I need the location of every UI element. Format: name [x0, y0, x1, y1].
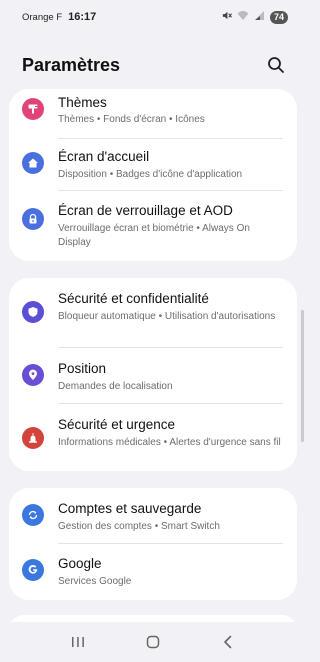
- signal-icon: [254, 10, 265, 24]
- page-title: Paramètres: [22, 54, 121, 75]
- status-icons: 74: [221, 10, 288, 24]
- lock-icon: [22, 208, 44, 230]
- header: Paramètres: [0, 50, 306, 80]
- item-title: Position: [58, 361, 107, 376]
- settings-item-accounts-backup[interactable]: Comptes et sauvegarde Gestion des compte…: [9, 488, 297, 544]
- search-button[interactable]: [264, 53, 288, 77]
- item-title: Comptes et sauvegarde: [58, 501, 202, 516]
- mute-icon: [221, 10, 232, 24]
- item-subtitle: Disposition • Badges d'icône d'applicati…: [58, 169, 243, 180]
- settings-item-safety-emergency[interactable]: Sécurité et urgence Informations médical…: [9, 404, 297, 471]
- item-subtitle: Verrouillage écran et biométrie • Always…: [58, 223, 250, 248]
- settings-item-home-screen[interactable]: Écran d'accueil Disposition • Badges d'i…: [9, 139, 297, 191]
- navigation-bar: [0, 622, 306, 662]
- item-title: Thèmes: [58, 95, 107, 110]
- item-subtitle: Demandes de localisation: [58, 381, 173, 392]
- location-pin-icon: [22, 364, 44, 386]
- scrollbar[interactable]: [301, 310, 304, 442]
- settings-item-google[interactable]: Google Services Google: [9, 544, 297, 600]
- settings-group-security: Sécurité et confidentialité Bloqueur aut…: [9, 278, 297, 471]
- settings-item-lock-screen[interactable]: Écran de verrouillage et AOD Verrouillag…: [9, 191, 297, 261]
- back-icon: [224, 635, 232, 649]
- settings-group-display: Thèmes Thèmes • Fonds d'écran • Icônes É…: [9, 89, 297, 261]
- brush-icon: [22, 98, 44, 120]
- item-subtitle: Informations médicales • Alertes d'urgen…: [58, 437, 281, 448]
- status-bar: Orange F 16:17 74: [0, 0, 306, 34]
- wifi-icon: [237, 10, 249, 24]
- settings-group-accounts: Comptes et sauvegarde Gestion des compte…: [9, 488, 297, 600]
- item-subtitle: Bloqueur automatique • Utilisation d'aut…: [58, 311, 276, 322]
- home-button[interactable]: [138, 627, 168, 657]
- home-nav-icon: [146, 635, 160, 649]
- recent-apps-icon: [71, 637, 84, 647]
- item-title: Sécurité et confidentialité: [58, 291, 209, 306]
- back-button[interactable]: [213, 627, 243, 657]
- recent-apps-button[interactable]: [63, 627, 93, 657]
- item-title: Écran de verrouillage et AOD: [58, 203, 233, 218]
- item-subtitle: Services Google: [58, 576, 132, 587]
- sync-icon: [22, 504, 44, 526]
- item-subtitle: Thèmes • Fonds d'écran • Icônes: [58, 114, 205, 125]
- shield-icon: [22, 301, 44, 323]
- carrier-name: Orange F: [22, 11, 63, 23]
- google-icon: [22, 559, 44, 581]
- item-title: Écran d'accueil: [58, 149, 150, 164]
- settings-item-security-privacy[interactable]: Sécurité et confidentialité Bloqueur aut…: [9, 278, 297, 348]
- item-title: Google: [58, 556, 102, 571]
- settings-item-location[interactable]: Position Demandes de localisation: [9, 348, 297, 404]
- item-subtitle: Gestion des comptes • Smart Switch: [58, 521, 220, 532]
- emergency-icon: [22, 427, 44, 449]
- item-title: Sécurité et urgence: [58, 417, 176, 432]
- clock: 16:17: [68, 11, 97, 23]
- search-icon: [268, 57, 284, 73]
- battery-level: 74: [269, 10, 288, 24]
- home-icon: [22, 152, 44, 174]
- settings-item-themes[interactable]: Thèmes Thèmes • Fonds d'écran • Icônes: [9, 89, 297, 139]
